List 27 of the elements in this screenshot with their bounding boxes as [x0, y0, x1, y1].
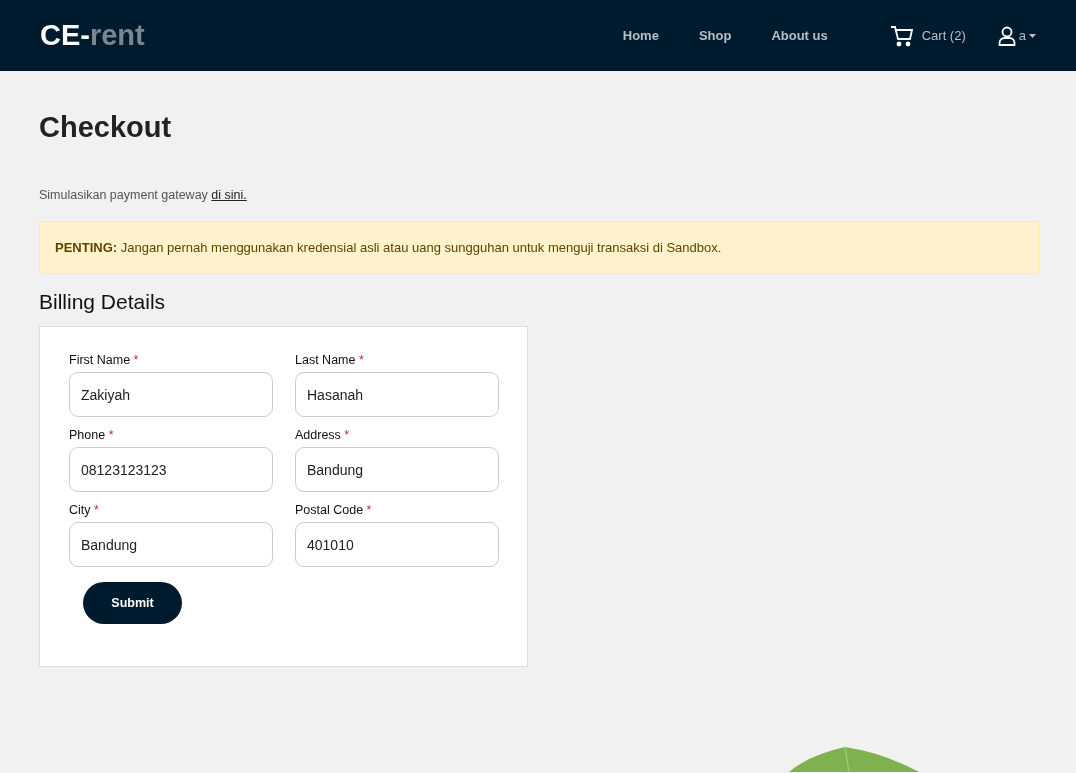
field-label: Address *	[295, 428, 351, 442]
field-label: First Name *	[69, 353, 140, 367]
nav-link[interactable]: Shop	[698, 28, 732, 43]
input-field[interactable]: Bandung	[295, 447, 499, 492]
nav-link[interactable]: Home	[622, 28, 659, 43]
cart-icon	[889, 24, 914, 47]
logo[interactable]: CE-rent	[40, 19, 583, 52]
input-field[interactable]: Zakiyah	[69, 372, 273, 417]
payment-link[interactable]: di sini.	[211, 188, 247, 202]
submit-button[interactable]: Submit	[83, 582, 182, 624]
user-icon	[997, 25, 1016, 46]
section-title: Billing Details	[39, 290, 167, 314]
page-title: Checkout	[39, 111, 173, 144]
input-field[interactable]: 401010	[295, 522, 499, 567]
payment-note: Simulasikan payment gateway di sini.	[39, 188, 248, 202]
user-menu[interactable]: a	[997, 25, 1036, 46]
cart-link[interactable]: Cart (2)	[889, 24, 966, 47]
field-label: City *	[69, 503, 100, 517]
input-field[interactable]: Hasanah	[295, 372, 499, 417]
input-field[interactable]: 08123123123	[69, 447, 273, 492]
field-label: Last Name *	[295, 353, 365, 367]
input-field[interactable]: Bandung	[69, 522, 273, 567]
field-label: Phone *	[69, 428, 115, 442]
warning-alert: PENTING: Jangan pernah menggunakan kredensial asli atau uang sungguhan untuk menguji transaksi di Sandbox.	[39, 221, 1039, 274]
nav-link[interactable]: About us	[771, 28, 828, 43]
field-label: Postal Code *	[295, 503, 373, 517]
caret-icon	[1029, 33, 1036, 38]
